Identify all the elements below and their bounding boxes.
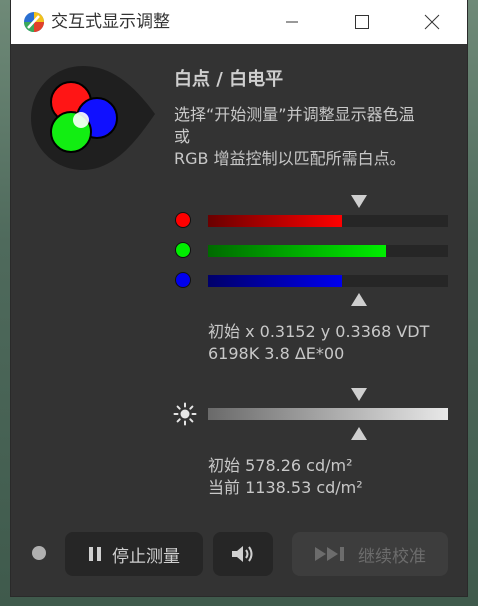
red-channel-dot: [175, 212, 191, 228]
color-temp-line: 6198K 3.8 ΔE*00: [208, 344, 345, 363]
luminance-bar: [208, 408, 448, 420]
luminance-marker-bottom: [351, 427, 367, 440]
red-gain-fill: [208, 215, 343, 227]
target-marker-bottom: [351, 293, 367, 306]
green-gain-fill: [208, 245, 386, 257]
green-gain-bar: [208, 245, 448, 257]
initial-luminance: 初始 578.26 cd/m²: [208, 456, 353, 475]
stop-measurement-button[interactable]: 停止测量: [65, 532, 203, 576]
close-button[interactable]: [409, 0, 455, 44]
continue-calibration-label: 继续校准: [358, 546, 426, 567]
instruction-line: 选择“开始测量”并调整显示器色温: [174, 105, 415, 124]
maximize-icon: [355, 15, 369, 29]
section-heading: 白点 / 白电平: [174, 69, 284, 90]
stop-measurement-label: 停止测量: [112, 546, 180, 567]
rgb-circles-logo: [31, 66, 155, 170]
pause-icon: [88, 546, 102, 562]
blue-gain-fill: [208, 275, 343, 287]
blue-gain-bar: [208, 275, 448, 287]
chromaticity-line: 初始 x 0.3152 y 0.3368 VDT: [208, 322, 430, 341]
status-indicator: [32, 546, 46, 560]
instructions: 选择“开始测量”并调整显示器色温 或 RGB 增益控制以匹配所需白点。: [174, 104, 454, 170]
luminance-marker-top: [351, 388, 367, 401]
close-icon: [424, 14, 440, 30]
title-bar[interactable]: 交互式显示调整: [11, 0, 467, 44]
skip-forward-icon: [314, 546, 348, 562]
red-gain-bar: [208, 215, 448, 227]
calibration-window: 交互式显示调整 白点 / 白电平 选择“开始测量”并调整显示器色温 或 RGB …: [11, 0, 467, 596]
sound-toggle-button[interactable]: [213, 532, 273, 576]
minimize-button[interactable]: [269, 0, 315, 44]
target-marker-top: [351, 195, 367, 208]
color-wheel-icon: [24, 12, 44, 32]
instruction-line: 或: [174, 127, 191, 146]
maximize-button[interactable]: [339, 0, 385, 44]
luminance-readout: 初始 578.26 cd/m² 当前 1138.53 cd/m²: [208, 455, 363, 499]
speaker-icon: [232, 546, 253, 562]
green-channel-dot: [175, 242, 191, 258]
instruction-line: RGB 增益控制以匹配所需白点。: [174, 149, 406, 168]
continue-calibration-button[interactable]: 继续校准: [292, 532, 448, 576]
current-luminance: 当前 1138.53 cd/m²: [208, 478, 363, 497]
chromaticity-readout: 初始 x 0.3152 y 0.3368 VDT 6198K 3.8 ΔE*00: [208, 321, 429, 365]
minimize-icon: [286, 21, 298, 23]
blue-channel-dot: [175, 272, 191, 288]
window-title: 交互式显示调整: [51, 12, 170, 32]
sun-icon: [173, 402, 197, 426]
